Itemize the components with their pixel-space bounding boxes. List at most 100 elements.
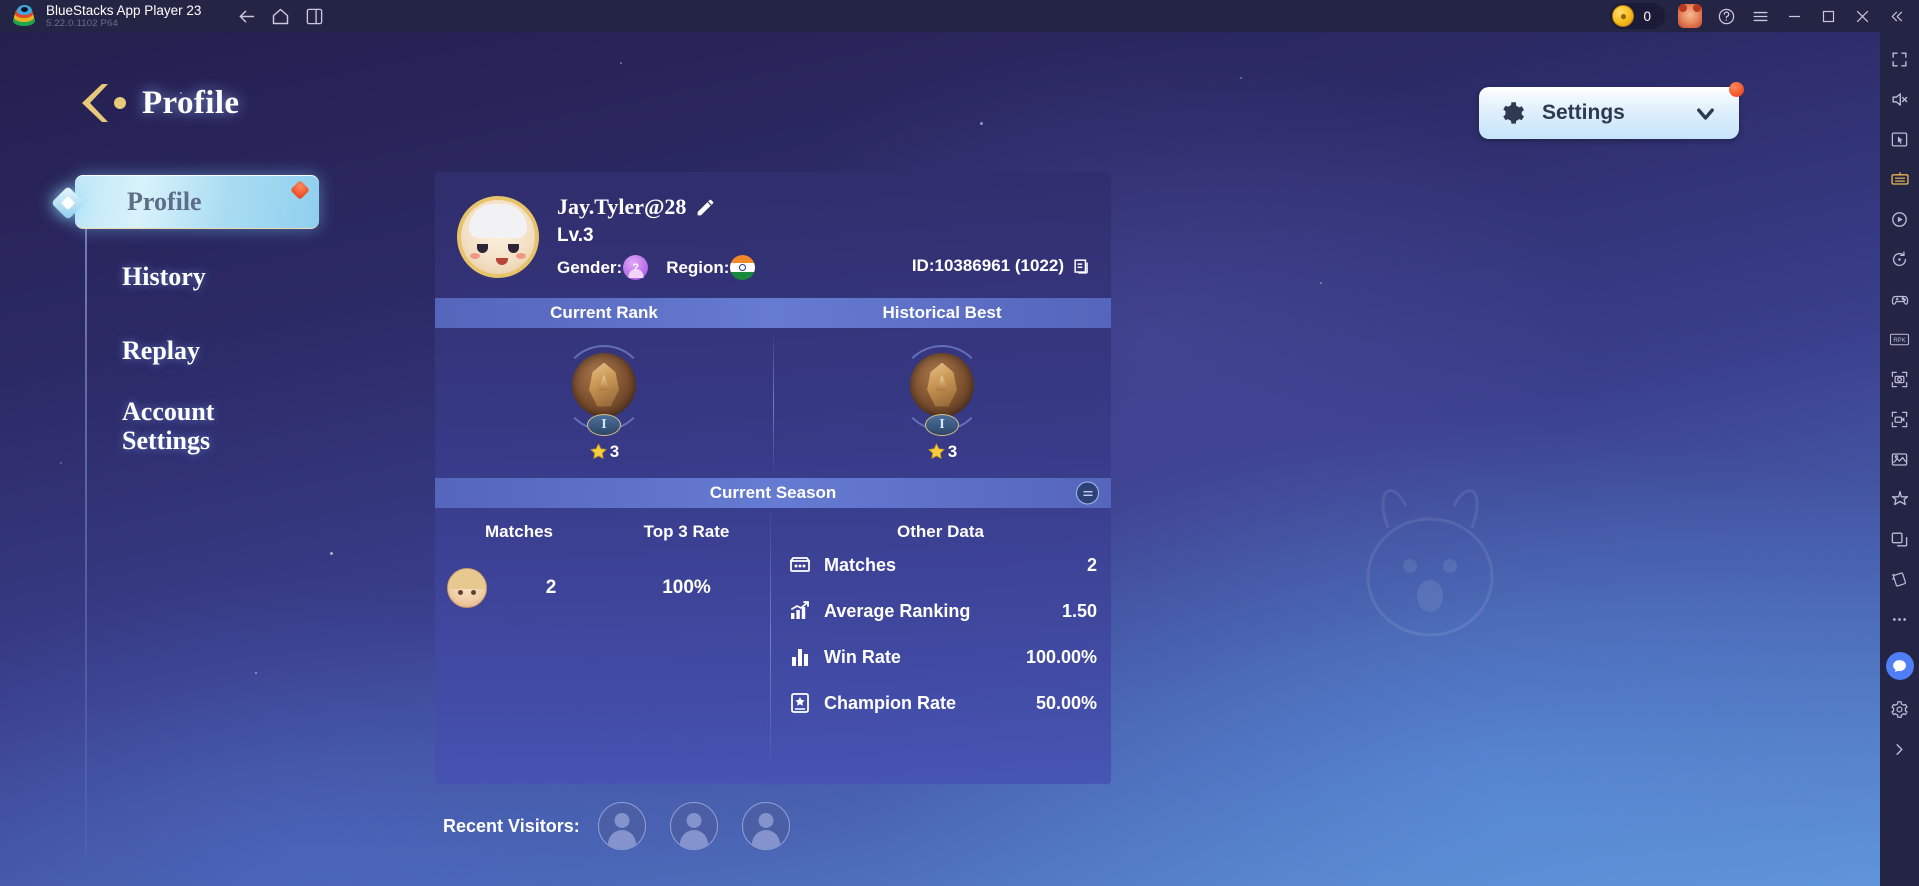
minimize-icon[interactable] (1777, 0, 1811, 32)
empty-visitor-avatar[interactable] (741, 802, 790, 850)
historical-best-badge[interactable]: I 3 (773, 328, 1111, 478)
media-manager-icon[interactable] (1883, 442, 1917, 476)
player-header: Jay.Tyler@28 Lv.3 Gender: ? Region: ID:1… (435, 172, 1111, 280)
rotate-icon[interactable] (1883, 242, 1917, 276)
season-title: Current Season (709, 483, 837, 502)
stat-row-champion-rate: Champion Rate 50.00% (770, 680, 1111, 726)
gold-chevron-back-icon[interactable] (78, 80, 132, 126)
question-circle-icon[interactable] (1709, 0, 1743, 32)
empty-visitor-avatar[interactable] (669, 802, 718, 850)
season-hero-row: 2 100% (435, 568, 770, 608)
season-hero-table: Matches Top 3 Rate 2 100% (435, 508, 770, 769)
chat-icon[interactable] (1885, 652, 1914, 680)
coin-icon: ● (1612, 5, 1635, 27)
macro-play-icon[interactable] (1883, 202, 1917, 236)
matches-board-icon (790, 557, 810, 572)
profile-card: Jay.Tyler@28 Lv.3 Gender: ? Region: ID:1… (435, 172, 1111, 784)
multi-instance-button[interactable] (297, 0, 331, 32)
coin-value: 0 (1643, 8, 1651, 24)
hero-portrait[interactable] (435, 568, 499, 608)
shake-icon[interactable] (1883, 562, 1917, 596)
star-icon (927, 443, 945, 460)
rank-stars: 3 (947, 441, 958, 461)
stat-row-average-ranking: Average Ranking 1.50 (770, 588, 1111, 634)
keymapping-icon[interactable] (1883, 162, 1917, 196)
stat-label: Champion Rate (824, 692, 957, 713)
gender-label: Gender: (557, 257, 623, 277)
rank-tier: I (587, 413, 621, 436)
sidebar-item-label: Account Settings (122, 397, 215, 455)
stat-value: 2 (1086, 554, 1097, 575)
bar-chart-icon (792, 649, 808, 666)
titlebar: BlueStacks App Player 23 5.22.0.1102 P64… (0, 0, 1919, 32)
champion-card-icon (791, 693, 809, 713)
sidebar: Profile History Replay Account Settings (51, 175, 370, 855)
recent-visitors: Recent Visitors: (443, 802, 814, 850)
stat-value: 1.50 (1061, 600, 1097, 621)
hero-matches-value: 2 (545, 577, 557, 598)
season-section-header: Current Season (435, 478, 1111, 508)
settings-gear-icon[interactable] (1883, 692, 1917, 726)
expand-icon[interactable] (1883, 732, 1917, 766)
player-info: Jay.Tyler@28 Lv.3 Gender: ? Region: (557, 194, 756, 280)
coin-counter[interactable]: ● 0 (1610, 3, 1665, 29)
sidebar-item-profile[interactable]: Profile (51, 175, 319, 229)
gamepad-icon[interactable] (1883, 282, 1917, 316)
stat-label: Win Rate (824, 646, 901, 667)
bear-avatar-icon[interactable] (1675, 0, 1709, 32)
sidebar-item-label: Profile (127, 187, 202, 216)
settings-button[interactable]: Settings (1479, 82, 1744, 139)
other-data-title: Other Data (897, 522, 984, 541)
more-icon[interactable] (1883, 602, 1917, 636)
rank-badges: I 3 I 3 (435, 328, 1111, 478)
username-row: Jay.Tyler@28 (557, 194, 755, 220)
column-top3-label: Top 3 Rate (643, 522, 730, 541)
sidebar-item-replay[interactable]: Replay (70, 323, 370, 377)
player-level: Lv.3 (557, 225, 594, 246)
player-avatar[interactable] (457, 196, 539, 278)
back-button[interactable] (229, 0, 263, 32)
empty-visitor-avatar[interactable] (597, 802, 646, 850)
copy-icon[interactable] (1072, 257, 1091, 276)
hamburger-menu-icon[interactable] (1743, 0, 1777, 32)
svg-text:RPK: RPK (1893, 338, 1905, 344)
cursor-icon[interactable] (1883, 122, 1917, 156)
current-rank-badge[interactable]: I 3 (435, 328, 773, 478)
stat-label: Matches (824, 554, 897, 575)
double-chevron-left-icon[interactable] (1879, 0, 1913, 32)
home-button[interactable] (263, 0, 297, 32)
sidebar-item-history[interactable]: History (70, 249, 370, 303)
stat-value: 100.00% (1025, 646, 1097, 667)
stat-row-win-rate: Win Rate 100.00% (770, 634, 1111, 680)
screenshot-icon[interactable] (1883, 362, 1917, 396)
multi-window-icon[interactable] (1883, 522, 1917, 556)
mute-icon[interactable] (1883, 82, 1917, 116)
player-meta-row: Gender: ? Region: (557, 255, 756, 280)
season-switch-icon[interactable] (1076, 481, 1099, 505)
app-name: BlueStacks App Player 23 (46, 2, 202, 18)
column-matches-label: Matches (484, 522, 554, 541)
rpk-icon[interactable]: RPK (1883, 322, 1917, 356)
maximize-icon[interactable] (1811, 0, 1845, 32)
stat-row-matches: Matches 2 (770, 542, 1111, 588)
rank-stars: 3 (609, 441, 620, 461)
settings-label: Settings (1542, 101, 1625, 124)
eco-mode-icon[interactable] (1883, 482, 1917, 516)
mascot-watermark (1366, 489, 1494, 637)
sidebar-item-account-settings[interactable]: Account Settings (70, 397, 370, 467)
player-id-row: ID:10386961 (1022) (912, 256, 1091, 276)
season-body: Matches Top 3 Rate 2 100% Other Data Mat… (435, 508, 1111, 769)
settings-notification-dot (1729, 82, 1744, 97)
rank-section-header: Current Rank Historical Best (435, 298, 1111, 328)
bronze-eagle-badge (910, 352, 974, 417)
edit-pencil-icon[interactable] (695, 197, 716, 218)
record-icon[interactable] (1883, 402, 1917, 436)
titlebar-right-group: ● 0 (1610, 0, 1919, 32)
bluestacks-logo (13, 5, 35, 27)
active-diamond-icon (51, 186, 85, 220)
trending-chart-icon (791, 601, 809, 619)
bluestacks-sidebar-toolbar: RPK (1880, 32, 1919, 886)
profile-notification-dot (290, 180, 310, 200)
fullscreen-icon[interactable] (1883, 42, 1917, 76)
close-icon[interactable] (1845, 0, 1879, 32)
